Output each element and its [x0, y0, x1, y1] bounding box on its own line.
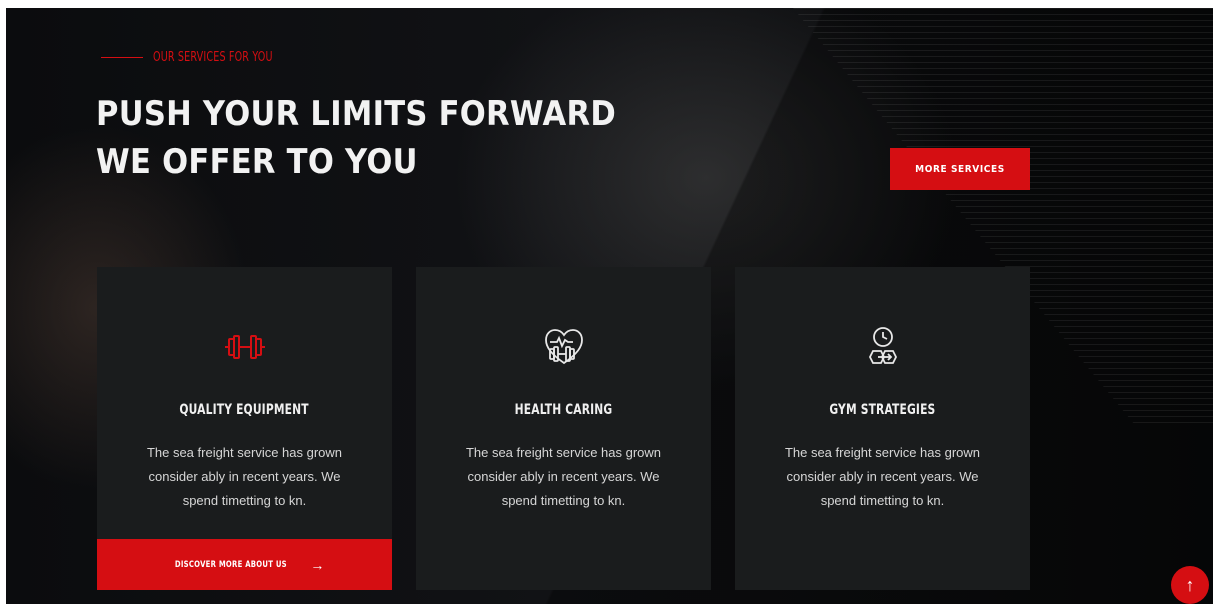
services-section: OUR SERVICES FOR YOU PUSH YOUR LIMITS FO… [6, 8, 1213, 604]
card-title: GYM STRATEGIES [829, 402, 936, 418]
arrow-up-icon: ↑ [1185, 574, 1195, 595]
eyebrow-text: OUR SERVICES FOR YOU [153, 50, 273, 65]
scroll-to-top-button[interactable]: ↑ [1171, 566, 1209, 604]
card-description: The sea freight service has grown consid… [146, 445, 343, 508]
cta-label: DISCOVER MORE ABOUT US [174, 559, 287, 570]
headline-line-2: WE OFFER TO YOU [96, 142, 418, 182]
card-description: The sea freight service has grown consid… [465, 445, 662, 508]
card-title: HEALTH CARING [514, 402, 613, 418]
clock-chain-icon [735, 325, 1030, 369]
more-services-button[interactable]: MORE SERVICES [890, 148, 1030, 190]
discover-more-button[interactable]: DISCOVER MORE ABOUT US → [97, 539, 392, 590]
card-title: QUALITY EQUIPMENT [179, 402, 310, 418]
service-card-quality-equipment: QUALITY EQUIPMENT The sea freight servic… [97, 267, 392, 590]
heart-dumbbell-icon [416, 325, 711, 369]
service-card-gym-strategies: GYM STRATEGIES The sea freight service h… [735, 267, 1030, 590]
service-card-health-caring: HEALTH CARING The sea freight service ha… [416, 267, 711, 590]
headline-line-1: PUSH YOUR LIMITS FORWARD [96, 94, 616, 134]
eyebrow-line [101, 57, 143, 58]
dumbbell-icon [97, 325, 392, 369]
arrow-right-icon: → [310, 556, 325, 573]
card-description: The sea freight service has grown consid… [784, 445, 981, 508]
section-eyebrow: OUR SERVICES FOR YOU [101, 50, 299, 65]
section-headline: PUSH YOUR LIMITS FORWARD WE OFFER TO YOU [96, 90, 674, 186]
